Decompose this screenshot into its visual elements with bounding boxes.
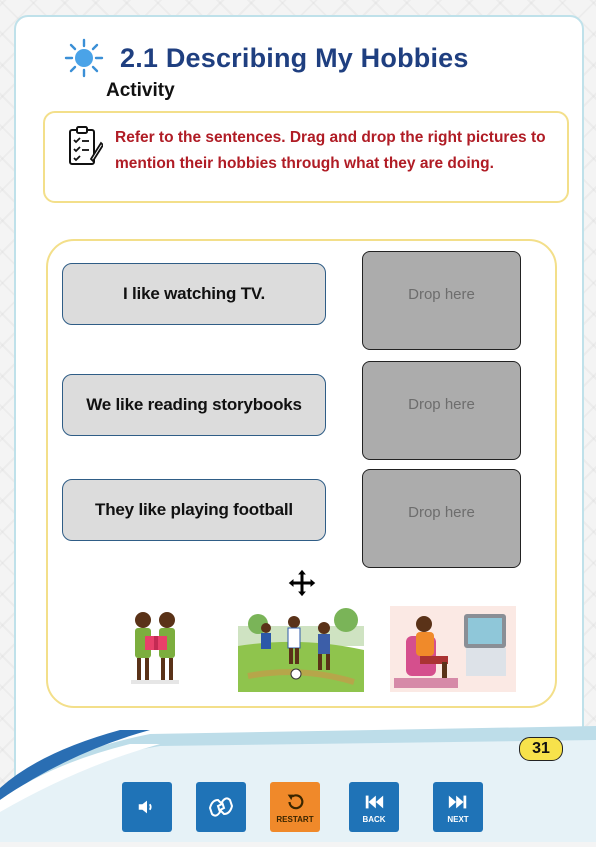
rewind-icon	[365, 795, 384, 808]
title-row: 2.1 Describing My Hobbies	[64, 38, 469, 78]
sentence-card-1: I like watching TV.	[62, 263, 326, 325]
checklist-icon	[67, 125, 105, 167]
sentence-card-2: We like reading storybooks	[62, 374, 326, 436]
speaker-icon	[138, 800, 152, 814]
drop-zone-label: Drop here	[408, 286, 475, 303]
page-title: 2.1 Describing My Hobbies	[120, 42, 469, 73]
children-reading-picture[interactable]	[91, 606, 217, 692]
back-button[interactable]: BACK	[349, 782, 399, 832]
sign-language-button[interactable]	[196, 782, 246, 832]
drop-zone-3[interactable]: Drop here	[362, 469, 521, 568]
drop-zone-label: Drop here	[408, 396, 475, 413]
instruction-box: Refer to the sentences. Drag and drop th…	[43, 111, 569, 203]
sign-language-icon	[208, 797, 234, 817]
sun-icon	[64, 38, 104, 78]
restart-icon	[287, 793, 304, 809]
drop-zone-label: Drop here	[408, 504, 475, 521]
next-button[interactable]: NEXT	[433, 782, 483, 832]
next-label: NEXT	[447, 814, 469, 824]
children-playing-football-picture[interactable]	[238, 606, 364, 692]
restart-label: RESTART	[276, 814, 314, 824]
page-number-badge: 31	[519, 737, 563, 761]
instruction-text: Refer to the sentences. Drag and drop th…	[115, 129, 546, 172]
back-label: BACK	[362, 814, 386, 824]
audio-button[interactable]	[122, 782, 172, 832]
fast-forward-icon	[448, 795, 467, 808]
move-cursor-icon	[287, 568, 317, 598]
drop-zone-2[interactable]: Drop here	[362, 361, 521, 460]
sentence-card-3: They like playing football	[62, 479, 326, 541]
drop-zone-1[interactable]: Drop here	[362, 251, 521, 350]
person-watching-tv-picture[interactable]	[390, 606, 516, 692]
restart-button[interactable]: RESTART	[270, 782, 320, 832]
activity-heading: Activity	[106, 80, 175, 101]
